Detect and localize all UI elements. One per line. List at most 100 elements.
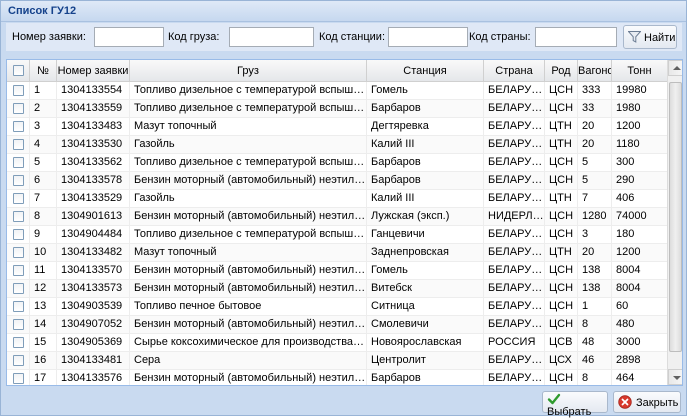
vertical-scrollbar[interactable] — [667, 60, 682, 385]
cell-kind: ЦСН — [545, 370, 578, 385]
table-row[interactable]: 1 1304133554 Топливо дизельное с температу… — [7, 82, 667, 100]
row-checkbox[interactable] — [13, 337, 24, 348]
select-all-checkbox[interactable] — [13, 65, 24, 76]
request-number-input[interactable] — [94, 27, 164, 47]
cell-request-number: 1304133482 — [57, 244, 130, 262]
row-checkbox[interactable] — [13, 373, 24, 384]
table-row[interactable]: 15 1304905369 Сырье коксохимическое для пр… — [7, 334, 667, 352]
cell-kind: ЦСВ — [545, 334, 578, 352]
row-checkbox[interactable] — [13, 157, 24, 168]
cell-request-number: 1304133570 — [57, 262, 130, 280]
cell-tons: 1200 — [616, 120, 641, 132]
funnel-icon — [628, 30, 641, 43]
cell-wagons: 5 — [578, 172, 612, 190]
cell-tons: 1180 — [616, 138, 640, 150]
find-button[interactable]: Найти — [623, 25, 677, 49]
cell-cargo: Топливо дизельное с температурой вспышки… — [130, 82, 367, 100]
table-row[interactable]: 11 1304133570 Бензин моторный (автомобильн… — [7, 262, 667, 280]
row-checkbox[interactable] — [13, 103, 24, 114]
cell-wagons: 1280 — [578, 208, 612, 226]
column-header-request[interactable]: Номер заявки — [57, 60, 130, 82]
column-header-country[interactable]: Страна — [484, 60, 545, 82]
find-button-label: Найти — [644, 31, 676, 44]
column-header-cargo[interactable]: Груз — [130, 60, 367, 82]
cell-select — [7, 190, 30, 208]
row-checkbox[interactable] — [13, 85, 24, 96]
close-button[interactable]: Закрыть — [613, 391, 681, 413]
column-header-wagons[interactable]: Вагонов — [578, 60, 612, 82]
select-button[interactable]: Выбрать — [542, 391, 608, 418]
table-row[interactable]: 4 1304133530 Газойль Калий III БЕЛАРУСЬ ЦТН 20… — [7, 136, 667, 154]
header-select-all — [7, 60, 30, 82]
table-row[interactable]: 7 1304133529 Газойль Калий III БЕЛАРУСЬ ЦТН 7 4… — [7, 190, 667, 208]
cell-cargo: Сера — [130, 352, 367, 370]
row-checkbox[interactable] — [13, 229, 24, 240]
cell-request-number: 1304133559 — [57, 100, 130, 118]
column-header-station[interactable]: Станция — [367, 60, 484, 82]
table-row[interactable]: 16 1304133481 Сера Центролит БЕЛАРУСЬ ЦСХ 46 28… — [7, 352, 667, 370]
cell-country: БЕЛАРУСЬ — [484, 244, 545, 262]
cell-station: Лужская (эксп.) — [367, 208, 484, 226]
cell-station: Новоярославская — [367, 334, 484, 352]
scroll-up-icon[interactable] — [668, 60, 682, 76]
cell-kind: ЦСХ — [545, 352, 578, 370]
table-row[interactable]: 5 1304133562 Топливо дизельное с температу… — [7, 154, 667, 172]
row-checkbox[interactable] — [13, 355, 24, 366]
cell-kind: ЦСН — [545, 226, 578, 244]
table-row[interactable]: 2 1304133559 Топливо дизельное с температу… — [7, 100, 667, 118]
cell-cargo: Бензин моторный (автомобильный) неэтилир… — [130, 370, 367, 385]
cell-request-number: 1304904484 — [57, 226, 130, 244]
cell-kind: ЦСН — [545, 316, 578, 334]
cell-station: Ганцевичи — [367, 226, 484, 244]
cargo-code-input[interactable] — [229, 27, 314, 47]
cell-tons: 464 — [616, 372, 635, 384]
country-code-input[interactable] — [535, 27, 617, 47]
table-row[interactable]: 8 1304901613 Бензин моторный (автомобильны… — [7, 208, 667, 226]
cell-wagons: 48 — [578, 334, 612, 352]
row-checkbox[interactable] — [13, 139, 24, 150]
table-row[interactable]: 9 1304904484 Топливо дизельное с температу… — [7, 226, 667, 244]
table-row[interactable]: 12 1304133573 Бензин моторный (автомобильн… — [7, 280, 667, 298]
cell-request-number: 1304133483 — [57, 118, 130, 136]
cell-tons: 300 — [616, 156, 635, 168]
row-checkbox[interactable] — [13, 301, 24, 312]
scroll-down-icon[interactable] — [668, 369, 682, 385]
row-checkbox[interactable] — [13, 193, 24, 204]
row-checkbox[interactable] — [13, 121, 24, 132]
station-code-input[interactable] — [388, 27, 468, 47]
table-row[interactable]: 14 1304907052 Бензин моторный (автомобильн… — [7, 316, 667, 334]
column-header-tons[interactable]: Тонн — [612, 60, 667, 82]
cell-country: БЕЛАРУСЬ — [484, 370, 545, 385]
scrollbar-thumb[interactable] — [669, 82, 682, 352]
table-row[interactable]: 13 1304903539 Топливо печное бытовое Ситниц… — [7, 298, 667, 316]
table-row[interactable]: 17 1304133576 Бензин моторный (автомобильн… — [7, 370, 667, 385]
table-row[interactable]: 3 1304133483 Мазут топочный Дегтяревка БЕЛАР… — [7, 118, 667, 136]
cell-cargo: Топливо дизельное с температурой вспышки… — [130, 154, 367, 172]
cell-number: 4 — [30, 136, 57, 154]
column-header-kind[interactable]: Род — [545, 60, 578, 82]
cell-cargo: Газойль — [130, 136, 367, 154]
column-header-number[interactable]: № — [30, 60, 57, 82]
table-row[interactable]: 6 1304133578 Бензин моторный (автомобильны… — [7, 172, 667, 190]
row-checkbox[interactable] — [13, 211, 24, 222]
cell-wagons: 333 — [578, 82, 612, 100]
cell-kind: ЦСН — [545, 298, 578, 316]
cell-request-number: 1304133576 — [57, 370, 130, 385]
row-checkbox[interactable] — [13, 175, 24, 186]
table-row[interactable]: 10 1304133482 Мазут топочный Заднепровская Б… — [7, 244, 667, 262]
cell-select — [7, 244, 30, 262]
row-checkbox[interactable] — [13, 247, 24, 258]
cell-cargo: Топливо дизельное с температурой вспышки… — [130, 226, 367, 244]
cell-wagons: 7 — [578, 190, 612, 208]
cell-wagons: 138 — [578, 280, 612, 298]
cell-kind: ЦСН — [545, 154, 578, 172]
row-checkbox[interactable] — [13, 319, 24, 330]
row-checkbox[interactable] — [13, 265, 24, 276]
row-checkbox[interactable] — [13, 283, 24, 294]
cell-request-number: 1304133530 — [57, 136, 130, 154]
cell-wagons: 5 — [578, 154, 612, 172]
cell-country: НИДЕРЛ… — [484, 208, 545, 226]
cell-country: БЕЛАРУСЬ — [484, 172, 545, 190]
cell-kind: ЦСН — [545, 172, 578, 190]
select-button-label: Выбрать — [547, 406, 592, 418]
